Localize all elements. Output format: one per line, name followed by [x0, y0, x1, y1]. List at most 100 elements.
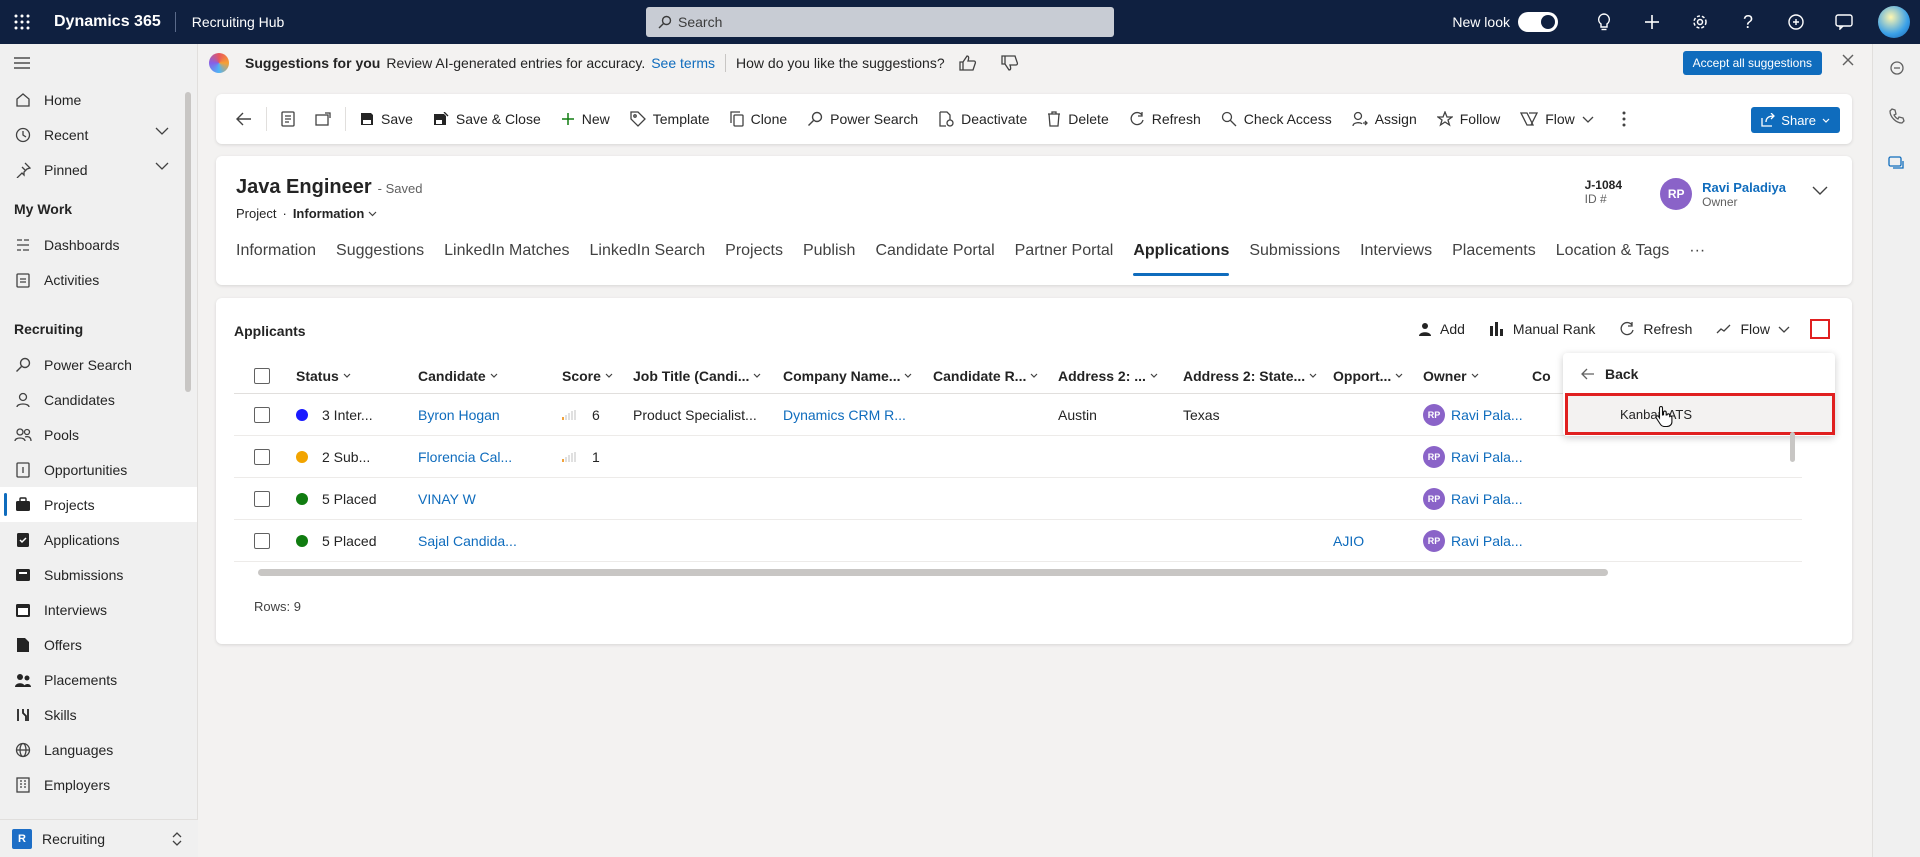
subgrid-refresh-button[interactable]: Refresh — [1607, 314, 1704, 344]
copilot-icon[interactable] — [1772, 0, 1820, 44]
hub-name[interactable]: Recruiting Hub — [176, 14, 285, 30]
assign-button[interactable]: Assign — [1342, 101, 1427, 137]
tab-candidate-portal[interactable]: Candidate Portal — [865, 242, 1004, 276]
row-checkbox[interactable] — [254, 490, 270, 507]
save-button[interactable]: Save — [350, 101, 423, 137]
owner-link[interactable]: Ravi Pala... — [1451, 407, 1523, 423]
tab-submissions[interactable]: Submissions — [1239, 242, 1350, 276]
flyout-back-button[interactable]: Back — [1563, 353, 1835, 395]
tab-applications[interactable]: Applications — [1123, 242, 1239, 276]
gear-icon[interactable] — [1676, 0, 1724, 44]
tab-publish[interactable]: Publish — [793, 242, 865, 276]
nav-item-power-search[interactable]: Power Search — [0, 347, 197, 382]
add-button[interactable]: Add — [1406, 314, 1477, 344]
accept-all-suggestions-button[interactable]: Accept all suggestions — [1682, 51, 1822, 75]
area-switcher[interactable]: R Recruiting — [0, 819, 198, 857]
tab-location-tags[interactable]: Location & Tags — [1546, 242, 1680, 276]
tab-partner-portal[interactable]: Partner Portal — [1005, 242, 1124, 276]
company-link[interactable]: Dynamics CRM R... — [783, 407, 933, 423]
clone-button[interactable]: Clone — [720, 101, 798, 137]
nav-item-pinned[interactable]: Pinned — [0, 152, 197, 187]
column-header-candidate-r[interactable]: Candidate R... — [933, 368, 1058, 384]
table-row[interactable]: 5 Placed VINAY W RP Ravi Pala... — [234, 478, 1802, 520]
global-search-input[interactable]: Search — [646, 7, 1114, 37]
candidate-link[interactable]: VINAY W — [418, 491, 562, 507]
user-avatar[interactable] — [1878, 6, 1910, 38]
nav-item-candidates[interactable]: Candidates — [0, 382, 197, 417]
nav-item-pools[interactable]: Pools — [0, 417, 197, 452]
table-row[interactable]: 2 Sub... Florencia Cal... 1 RP Ravi Pala.… — [234, 436, 1802, 478]
nav-item-languages[interactable]: Languages — [0, 732, 197, 767]
nav-item-offers[interactable]: Offers — [0, 627, 197, 662]
save-close-button[interactable]: Save & Close — [423, 101, 551, 137]
horizontal-scrollbar[interactable] — [258, 569, 1608, 576]
tab-placements[interactable]: Placements — [1442, 242, 1546, 276]
refresh-button[interactable]: Refresh — [1119, 101, 1211, 137]
column-header-owner[interactable]: Owner — [1423, 368, 1532, 384]
candidate-link[interactable]: Sajal Candida... — [418, 533, 562, 549]
form-view-button[interactable] — [271, 101, 305, 137]
nav-item-interviews[interactable]: Interviews — [0, 592, 197, 627]
column-header-opportunity[interactable]: Opport... — [1333, 368, 1423, 384]
nav-item-skills[interactable]: Skills — [0, 697, 197, 732]
more-commands-button-highlight[interactable] — [1810, 319, 1830, 339]
column-header-status[interactable]: Status — [296, 368, 418, 384]
tab-suggestions[interactable]: Suggestions — [326, 242, 434, 276]
owner-name-link[interactable]: Ravi Paladiya — [1702, 180, 1786, 195]
column-header-address-city[interactable]: Address 2: ... — [1058, 368, 1183, 384]
thumbs-down-icon[interactable] — [1000, 55, 1019, 71]
opportunity-link[interactable]: AJIO — [1333, 533, 1423, 549]
nav-item-projects[interactable]: Projects — [0, 487, 197, 522]
owner-link[interactable]: Ravi Pala... — [1451, 533, 1523, 549]
new-button[interactable]: New — [551, 101, 620, 137]
conversation-icon[interactable] — [1873, 140, 1920, 188]
app-launcher-icon[interactable] — [0, 0, 44, 44]
select-all-checkbox[interactable] — [254, 367, 270, 384]
column-header-co[interactable]: Co — [1532, 368, 1562, 384]
nav-item-activities[interactable]: Activities — [0, 262, 197, 297]
chevron-down-icon[interactable] — [155, 162, 169, 170]
power-search-button[interactable]: Power Search — [797, 101, 928, 137]
form-selector[interactable]: Information — [293, 206, 378, 221]
nav-item-placements[interactable]: Placements — [0, 662, 197, 697]
open-new-window-button[interactable] — [305, 101, 341, 137]
template-button[interactable]: Template — [620, 101, 720, 137]
thumbs-up-icon[interactable] — [958, 55, 977, 71]
tab-linkedin-matches[interactable]: LinkedIn Matches — [434, 242, 579, 276]
column-header-address-state[interactable]: Address 2: State... — [1183, 368, 1333, 384]
tab-information[interactable]: Information — [236, 242, 326, 276]
nav-item-submissions[interactable]: Submissions — [0, 557, 197, 592]
more-commands-icon[interactable] — [1612, 101, 1636, 137]
close-icon[interactable] — [1842, 54, 1854, 66]
column-header-candidate[interactable]: Candidate — [418, 368, 562, 384]
copilot-icon[interactable] — [1873, 44, 1920, 92]
back-button[interactable] — [226, 101, 262, 137]
chat-icon[interactable] — [1820, 0, 1868, 44]
delete-button[interactable]: Delete — [1037, 101, 1118, 137]
nav-item-applications[interactable]: Applications — [0, 522, 197, 557]
nav-item-employers[interactable]: Employers — [0, 767, 197, 802]
hamburger-menu-icon[interactable] — [0, 44, 197, 82]
tab-interviews[interactable]: Interviews — [1350, 242, 1442, 276]
nav-item-home[interactable]: Home — [0, 82, 197, 117]
nav-item-dashboards[interactable]: Dashboards — [0, 227, 197, 262]
tab-projects[interactable]: Projects — [715, 242, 793, 276]
row-checkbox[interactable] — [254, 448, 270, 465]
new-look-toggle[interactable] — [1518, 12, 1558, 32]
kanban-ats-menu-item[interactable]: Kanban ATS — [1565, 393, 1835, 435]
tab-linkedin-search[interactable]: LinkedIn Search — [580, 242, 716, 276]
row-checkbox[interactable] — [254, 406, 270, 423]
deactivate-button[interactable]: Deactivate — [928, 101, 1037, 137]
share-button[interactable]: Share — [1751, 107, 1840, 133]
flow-button[interactable]: Flow — [1510, 101, 1604, 137]
table-row[interactable]: 5 Placed Sajal Candida... AJIO RP Ravi Pa… — [234, 520, 1802, 562]
nav-item-recent[interactable]: Recent — [0, 117, 197, 152]
owner-link[interactable]: Ravi Pala... — [1451, 491, 1523, 507]
check-access-button[interactable]: Check Access — [1211, 101, 1342, 137]
nav-item-opportunities[interactable]: Opportunities — [0, 452, 197, 487]
follow-button[interactable]: Follow — [1427, 101, 1510, 137]
subgrid-flow-button[interactable]: Flow — [1704, 314, 1802, 344]
column-header-company-name[interactable]: Company Name... — [783, 368, 933, 384]
nav-scrollbar[interactable] — [185, 92, 191, 392]
column-header-job-title[interactable]: Job Title (Candi... — [633, 368, 783, 384]
